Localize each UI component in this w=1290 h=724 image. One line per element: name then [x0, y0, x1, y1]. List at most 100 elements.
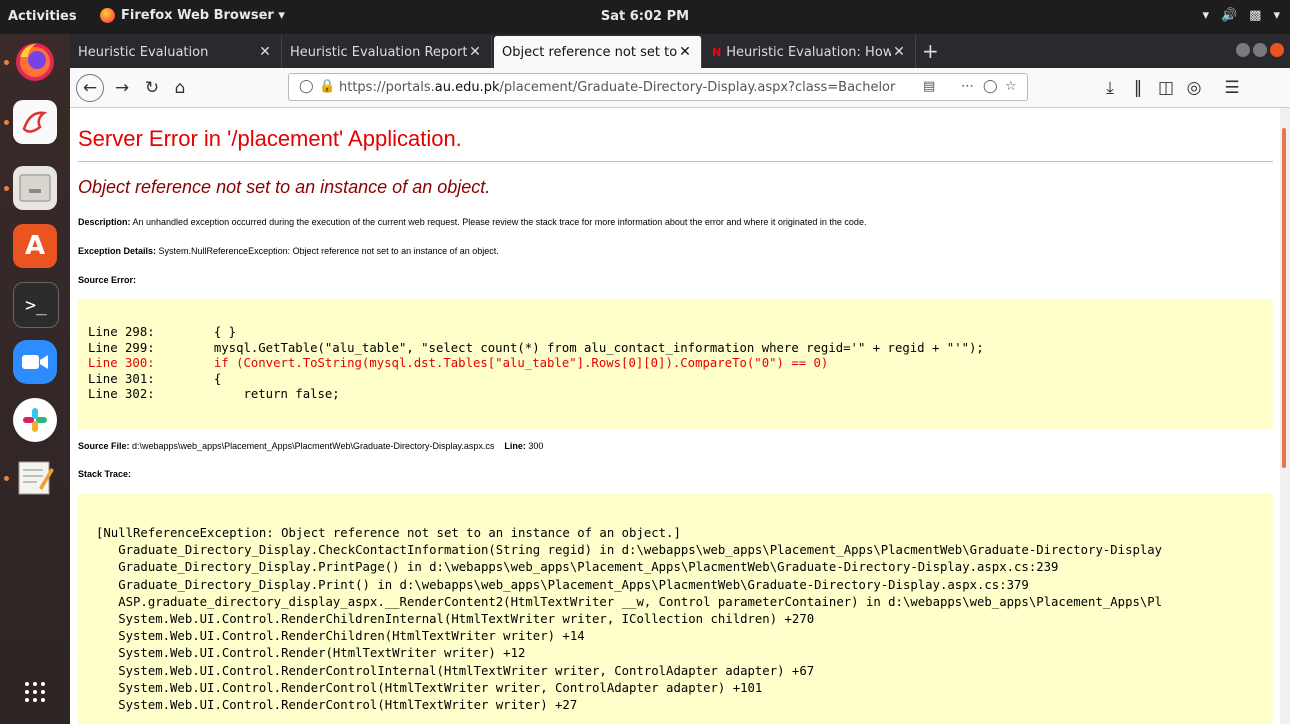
stack-trace-line: System.Web.UI.Control.RenderChildrenInte…	[96, 611, 815, 626]
dock-terminal[interactable]: >_	[13, 282, 59, 328]
text-editor-icon	[18, 461, 54, 495]
stack-trace-line: System.Web.UI.Control.RenderControlInter…	[96, 663, 815, 678]
software-store-icon: A	[24, 231, 46, 261]
stack-trace-line: [NullReferenceException: Object referenc…	[96, 526, 681, 540]
stack-trace-line: Graduate_Directory_Display.PrintPage() i…	[96, 560, 1059, 575]
tab-object-reference-error[interactable]: Object reference not set to ✕	[494, 36, 702, 68]
drawing-app-icon	[22, 111, 48, 133]
dock-text-editor[interactable]	[13, 456, 57, 500]
firefox-icon	[16, 43, 54, 81]
close-window-button[interactable]	[1270, 43, 1284, 57]
home-button[interactable]: ⌂	[168, 76, 192, 100]
dock: A >_	[0, 34, 70, 724]
tracking-shield-icon[interactable]: ◯	[299, 79, 314, 94]
pocket-icon[interactable]: ◯	[983, 79, 998, 94]
downloads-icon[interactable]: ⤓	[1098, 76, 1122, 100]
stack-trace-line: ASP.graduate_directory_display_aspx.__Re…	[96, 594, 1163, 609]
stack-trace-line: System.Web.UI.Control.Render(HtmlTextWri…	[96, 646, 526, 661]
reader-view-icon[interactable]: ▤	[923, 79, 935, 94]
source-error-label: Source Error:	[78, 275, 137, 285]
sidebar-icon[interactable]: ◫	[1154, 76, 1178, 100]
stack-trace-line: System.Web.UI.Control.RenderChildren(Htm…	[96, 629, 585, 644]
page-title: Server Error in '/placement' Application…	[78, 126, 462, 151]
tab-bar: Heuristic Evaluation ✕ Heuristic Evaluat…	[70, 34, 1290, 68]
netflix-favicon-icon: N	[712, 45, 722, 59]
tab-title: Heuristic Evaluation Report	[290, 44, 467, 60]
firefox-icon	[100, 8, 115, 23]
slack-icon	[23, 408, 47, 432]
stack-trace-line: System.Web.UI.Control.RenderControl(Html…	[96, 697, 578, 712]
stack-trace-line: Graduate_Directory_Display.CheckContactI…	[96, 543, 1163, 558]
source-file: Source File: d:\webapps\web_apps\Placeme…	[78, 441, 544, 451]
divider	[78, 161, 1273, 162]
wifi-icon: ▾	[1202, 8, 1209, 23]
maximize-button[interactable]	[1253, 43, 1267, 57]
page-actions-icon[interactable]: ⋯	[961, 79, 974, 94]
scrollbar-thumb[interactable]	[1282, 128, 1286, 468]
firefox-window: Heuristic Evaluation ✕ Heuristic Evaluat…	[70, 34, 1290, 724]
stack-trace-line: System.Web.UI.Control.RenderControl(Html…	[96, 680, 763, 695]
stack-trace-box: [NullReferenceException: Object referenc…	[78, 493, 1273, 724]
dock-firefox[interactable]	[13, 40, 57, 84]
file-cabinet-icon	[19, 174, 51, 202]
dock-zoom[interactable]	[13, 340, 57, 384]
source-line: Line 299: mysql.GetTable("alu_table", "s…	[88, 340, 984, 355]
dock-slack[interactable]	[13, 398, 57, 442]
tab-title: Heuristic Evaluation: How	[726, 44, 891, 60]
url-text: https://portals.au.edu.pk/placement/Grad…	[339, 80, 899, 95]
activities-button[interactable]: Activities	[8, 9, 77, 24]
volume-icon: 🔊	[1220, 8, 1238, 23]
dock-software-center[interactable]: A	[13, 224, 57, 268]
new-tab-button[interactable]: +	[922, 39, 939, 63]
account-icon[interactable]: ◎	[1182, 76, 1206, 100]
exception-details: Exception Details: System.NullReferenceE…	[78, 246, 499, 256]
system-tray[interactable]: ▾ 🔊 ▩ ▾	[1202, 8, 1280, 23]
tab-heuristic-evaluation-how[interactable]: N Heuristic Evaluation: How ✕	[704, 36, 916, 68]
address-bar[interactable]: ◯ 🔒 https://portals.au.edu.pk/placement/…	[288, 73, 1028, 101]
running-indicator	[4, 186, 9, 191]
error-message: Object reference not set to an instance …	[78, 177, 491, 197]
app-menu-label: Firefox Web Browser ▾	[121, 8, 285, 23]
dock-files[interactable]	[13, 166, 57, 210]
menu-hamburger-icon[interactable]: ☰	[1220, 76, 1244, 100]
source-line: Line 302: return false;	[88, 387, 340, 401]
forward-button[interactable]: →	[110, 76, 134, 100]
source-error-box: Line 298: { } Line 299: mysql.GetTable("a…	[78, 299, 1273, 429]
tab-heuristic-evaluation[interactable]: Heuristic Evaluation ✕	[70, 36, 282, 68]
close-tab-icon[interactable]: ✕	[467, 44, 483, 60]
tab-heuristic-evaluation-report[interactable]: Heuristic Evaluation Report ✕	[282, 36, 492, 68]
reload-button[interactable]: ↻	[140, 76, 164, 100]
minimize-button[interactable]	[1236, 43, 1250, 57]
app-grid-icon	[25, 682, 45, 702]
running-indicator	[4, 60, 9, 65]
source-line: Line 301: {	[88, 371, 222, 386]
tray-menu-icon: ▾	[1273, 8, 1280, 23]
close-tab-icon[interactable]: ✕	[257, 44, 273, 60]
system-top-bar: Activities Firefox Web Browser ▾ Sat 6:0…	[0, 0, 1290, 34]
tab-title: Object reference not set to	[502, 44, 677, 60]
close-tab-icon[interactable]: ✕	[891, 44, 907, 60]
stack-trace-line: Graduate_Directory_Display.Print() in d:…	[96, 577, 1029, 592]
description: Description: An unhandled exception occu…	[78, 217, 867, 227]
navigation-toolbar: ← → ↻ ⌂ ◯ 🔒 https://portals.au.edu.pk/pl…	[70, 68, 1290, 108]
battery-icon: ▩	[1249, 8, 1262, 23]
clock[interactable]: Sat 6:02 PM	[601, 9, 689, 24]
page-content: Server Error in '/placement' Application…	[70, 108, 1280, 724]
source-line-highlighted: Line 300: if (Convert.ToString(mysql.dst…	[88, 356, 829, 370]
video-camera-icon	[22, 355, 48, 369]
back-button[interactable]: ←	[76, 74, 104, 102]
lock-icon[interactable]: 🔒	[319, 79, 335, 94]
dock-libreoffice-draw[interactable]	[13, 100, 57, 144]
bookmark-star-icon[interactable]: ☆	[1005, 79, 1017, 94]
source-line: Line 298: { }	[88, 325, 237, 339]
terminal-icon: >_	[25, 294, 47, 316]
running-indicator	[4, 120, 9, 125]
running-indicator	[4, 476, 9, 481]
tab-title: Heuristic Evaluation	[78, 44, 209, 60]
stack-trace-label: Stack Trace:	[78, 469, 132, 479]
close-tab-icon[interactable]: ✕	[677, 44, 693, 60]
library-icon[interactable]: ‖	[1126, 76, 1150, 100]
show-applications-button[interactable]	[13, 670, 57, 714]
page-scrollbar[interactable]	[1280, 108, 1290, 724]
app-menu[interactable]: Firefox Web Browser ▾	[100, 8, 285, 23]
